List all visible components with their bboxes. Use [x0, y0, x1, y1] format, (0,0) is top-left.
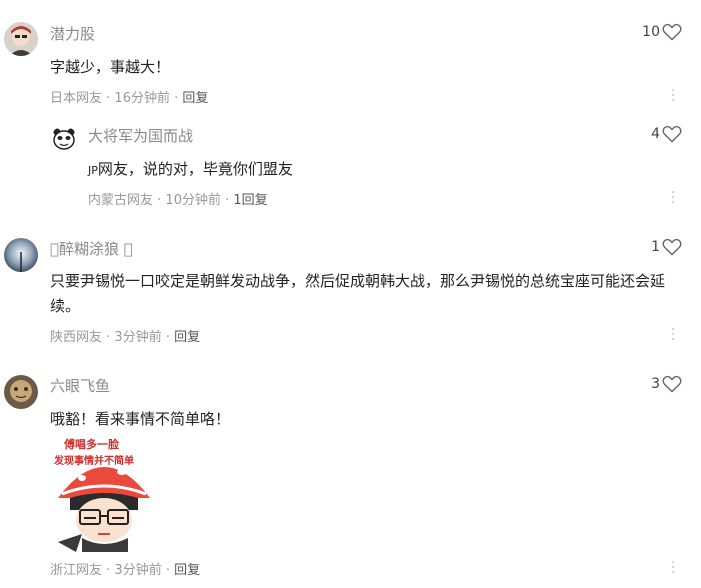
- comment-text: 只要尹锡悦一口咬定是朝鲜发动战争，然后促成朝韩大战，那么尹锡悦的总统宝座可能还会…: [50, 272, 666, 315]
- comment-meta: 日本网友 · 16分钟前 · 回复: [50, 87, 208, 106]
- timestamp: 16分钟前: [114, 91, 170, 106]
- comment-meta: 陕西网友 · 3分钟前 · 回复: [50, 326, 200, 345]
- username[interactable]: 六眼飞鱼: [50, 375, 110, 396]
- avatar-image: [4, 238, 38, 272]
- heart-outline-icon[interactable]: [662, 238, 682, 256]
- comment-item:  醉糊涂狼   1 只要尹锡悦一口咬定是朝鲜发动战争，然后促成朝韩大战，那么尹锡…: [0, 225, 701, 365]
- comment-text: 哦豁！看来事情不简单咯！: [50, 410, 231, 428]
- timestamp: 10分钟前: [165, 193, 221, 208]
- like-count: 3: [651, 376, 660, 392]
- location: 日本网友: [50, 91, 103, 106]
- like-count: 10: [642, 24, 660, 40]
- timestamp: 3分钟前: [114, 563, 162, 578]
- timestamp: 3分钟前: [114, 330, 162, 345]
- location: 浙江网友: [50, 563, 103, 578]
- sticker-caption-line2: 发现事情并不简单: [54, 456, 134, 467]
- separator: ·: [102, 330, 115, 345]
- vertical-dots-icon[interactable]: [671, 191, 675, 205]
- location: 内蒙古网友: [88, 193, 154, 208]
- avatar[interactable]: [4, 375, 38, 409]
- like-count: 1: [651, 239, 660, 255]
- heart-outline-icon[interactable]: [662, 125, 682, 143]
- like-count: 4: [651, 126, 660, 142]
- separator: ·: [153, 193, 166, 208]
- reply-button[interactable]: 回复: [182, 91, 208, 106]
- username[interactable]:  醉糊涂狼  : [50, 238, 133, 259]
- meme-sticker[interactable]: 傅唱多一脸 发现事情并不简单: [52, 438, 156, 552]
- comment-meta: 内蒙古网友 · 10分钟前 · 1回复: [88, 189, 268, 208]
- avatar-image: [4, 375, 38, 409]
- heart-outline-icon[interactable]: [662, 23, 682, 41]
- comment-text: JP网友，说的对，毕竟你们盟友: [88, 157, 648, 183]
- avatar-image: [4, 22, 38, 56]
- reply-button[interactable]: 回复: [174, 330, 200, 345]
- separator: ·: [102, 563, 115, 578]
- username[interactable]: 大将军为国而战: [88, 125, 193, 146]
- location: 陕西网友: [50, 330, 103, 345]
- panda-avatar-image: [51, 126, 77, 152]
- reply-button[interactable]: 回复: [174, 563, 200, 578]
- separator: ·: [161, 330, 175, 345]
- avatar[interactable]: [4, 238, 38, 272]
- comment-item: 六眼飞鱼 3 哦豁！看来事情不简单咯！ 傅唱多一脸 发现事情并不简单 浙江网友 …: [0, 365, 701, 588]
- separator: ·: [102, 91, 115, 106]
- comment-text-prefix: JP: [88, 164, 98, 177]
- separator: ·: [220, 193, 234, 208]
- heart-outline-icon[interactable]: [662, 375, 682, 393]
- comment-item: 潜力股 10 字越少，事越大！ 日本网友 · 16分钟前 · 回复 大将军为国而…: [0, 0, 701, 225]
- comment-text-body: 网友，说的对，毕竟你们盟友: [97, 160, 293, 178]
- sticker-caption-line1: 傅唱多一脸: [64, 438, 119, 451]
- avatar[interactable]: [4, 22, 38, 56]
- comment-text: 字越少，事越大！: [50, 58, 171, 76]
- username[interactable]: 潜力股: [50, 23, 95, 44]
- vertical-dots-icon[interactable]: [671, 328, 675, 342]
- reply-count-button[interactable]: 1回复: [233, 193, 267, 208]
- comment-meta: 浙江网友 · 3分钟前 · 回复: [50, 559, 200, 578]
- vertical-dots-icon[interactable]: [671, 561, 675, 575]
- vertical-dots-icon[interactable]: [671, 89, 675, 103]
- avatar[interactable]: [51, 126, 77, 152]
- separator: ·: [161, 563, 175, 578]
- separator: ·: [169, 91, 183, 106]
